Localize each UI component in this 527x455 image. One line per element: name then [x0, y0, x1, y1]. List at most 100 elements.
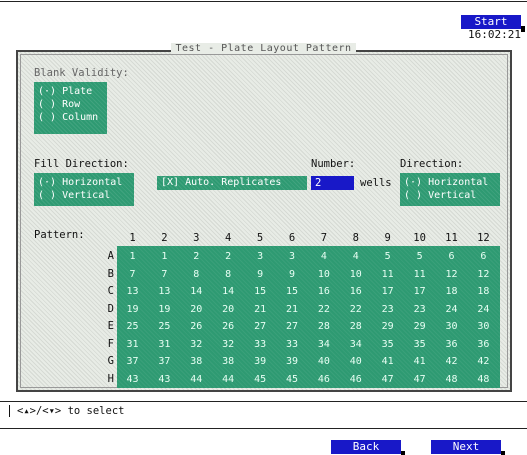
pattern-cell[interactable]: 28	[340, 318, 371, 335]
pattern-cell[interactable]: 43	[149, 371, 180, 388]
pattern-cell[interactable]: 15	[245, 283, 276, 300]
pattern-cell[interactable]: 25	[117, 318, 148, 335]
pattern-cell[interactable]: 27	[277, 318, 308, 335]
pattern-cell[interactable]: 16	[340, 283, 371, 300]
pattern-cell[interactable]: 17	[404, 283, 435, 300]
pattern-cell[interactable]: 19	[149, 301, 180, 318]
pattern-cell[interactable]: 3	[277, 248, 308, 265]
back-button[interactable]: Back	[331, 440, 405, 455]
pattern-cell[interactable]: 33	[245, 336, 276, 353]
pattern-cell[interactable]: 18	[468, 283, 499, 300]
pattern-cell[interactable]: 20	[181, 301, 212, 318]
pattern-cell[interactable]: 20	[213, 301, 244, 318]
pattern-cell[interactable]: 42	[468, 353, 499, 370]
pattern-cell[interactable]: 13	[149, 283, 180, 300]
pattern-cell[interactable]: 18	[436, 283, 467, 300]
pattern-cell[interactable]: 22	[340, 301, 371, 318]
pattern-cell[interactable]: 44	[213, 371, 244, 388]
pattern-cell[interactable]: 30	[436, 318, 467, 335]
pattern-cell[interactable]: 6	[436, 248, 467, 265]
next-button[interactable]: Next	[431, 440, 505, 455]
pattern-cell[interactable]: 29	[372, 318, 403, 335]
pattern-cell[interactable]: 42	[436, 353, 467, 370]
pattern-cell[interactable]: 6	[468, 248, 499, 265]
pattern-cell[interactable]: 48	[436, 371, 467, 388]
pattern-cell[interactable]: 11	[372, 266, 403, 283]
pattern-cell[interactable]: 21	[245, 301, 276, 318]
pattern-cell[interactable]: 31	[149, 336, 180, 353]
pattern-cell[interactable]: 36	[468, 336, 499, 353]
pattern-cell[interactable]: 16	[308, 283, 339, 300]
pattern-cell[interactable]: 21	[277, 301, 308, 318]
blank-validity-option-column[interactable]: ( ) Column	[34, 111, 107, 124]
pattern-cell[interactable]: 34	[340, 336, 371, 353]
pattern-cell[interactable]: 37	[149, 353, 180, 370]
pattern-cell[interactable]: 32	[213, 336, 244, 353]
pattern-cell[interactable]: 7	[117, 266, 148, 283]
pattern-cell[interactable]: 19	[117, 301, 148, 318]
pattern-cell[interactable]: 24	[436, 301, 467, 318]
pattern-cell[interactable]: 38	[213, 353, 244, 370]
pattern-cell[interactable]: 38	[181, 353, 212, 370]
pattern-cell[interactable]: 9	[245, 266, 276, 283]
pattern-cell[interactable]: 4	[308, 248, 339, 265]
pattern-cell[interactable]: 29	[404, 318, 435, 335]
start-meas-button[interactable]: Start Meas	[461, 15, 525, 42]
pattern-cell[interactable]: 5	[372, 248, 403, 265]
pattern-cell[interactable]: 45	[245, 371, 276, 388]
pattern-cell[interactable]: 40	[340, 353, 371, 370]
pattern-cell[interactable]: 35	[404, 336, 435, 353]
pattern-cell[interactable]: 47	[372, 371, 403, 388]
pattern-cell[interactable]: 10	[340, 266, 371, 283]
pattern-cell[interactable]: 41	[372, 353, 403, 370]
number-input[interactable]: 2	[311, 176, 354, 190]
pattern-cell[interactable]: 14	[213, 283, 244, 300]
pattern-cell[interactable]: 2	[213, 248, 244, 265]
pattern-cell[interactable]: 34	[308, 336, 339, 353]
pattern-cell[interactable]: 26	[213, 318, 244, 335]
pattern-cell[interactable]: 5	[404, 248, 435, 265]
pattern-cell[interactable]: 44	[181, 371, 212, 388]
fill-direction-option-horizontal[interactable]: (·) Horizontal	[34, 176, 134, 189]
pattern-cell[interactable]: 39	[277, 353, 308, 370]
pattern-cell[interactable]: 35	[372, 336, 403, 353]
pattern-cell[interactable]: 33	[277, 336, 308, 353]
pattern-cell[interactable]: 23	[404, 301, 435, 318]
pattern-cell[interactable]: 30	[468, 318, 499, 335]
pattern-cell[interactable]: 17	[372, 283, 403, 300]
direction-option-vertical[interactable]: ( ) Vertical	[400, 189, 500, 202]
pattern-cell[interactable]: 23	[372, 301, 403, 318]
blank-validity-option-row[interactable]: ( ) Row	[34, 98, 107, 111]
pattern-cell[interactable]: 46	[340, 371, 371, 388]
pattern-cell[interactable]: 13	[117, 283, 148, 300]
pattern-cell[interactable]: 12	[436, 266, 467, 283]
pattern-cell[interactable]: 2	[181, 248, 212, 265]
blank-validity-option-plate[interactable]: (·) Plate	[34, 85, 107, 98]
pattern-cell[interactable]: 10	[308, 266, 339, 283]
pattern-cell[interactable]: 9	[277, 266, 308, 283]
pattern-cell[interactable]: 7	[149, 266, 180, 283]
pattern-cell[interactable]: 8	[181, 266, 212, 283]
pattern-cell[interactable]: 36	[436, 336, 467, 353]
pattern-cell[interactable]: 24	[468, 301, 499, 318]
fill-direction-option-vertical[interactable]: ( ) Vertical	[34, 189, 134, 202]
pattern-cell[interactable]: 14	[181, 283, 212, 300]
pattern-cell[interactable]: 12	[468, 266, 499, 283]
pattern-cell[interactable]: 26	[181, 318, 212, 335]
pattern-cell[interactable]: 8	[213, 266, 244, 283]
pattern-cell[interactable]: 3	[245, 248, 276, 265]
auto-replicates-checkbox[interactable]: [X] Auto. Replicates	[157, 176, 307, 190]
pattern-cell[interactable]: 4	[340, 248, 371, 265]
pattern-cell[interactable]: 22	[308, 301, 339, 318]
pattern-cell[interactable]: 28	[308, 318, 339, 335]
pattern-cell[interactable]: 25	[149, 318, 180, 335]
pattern-cell[interactable]: 1	[149, 248, 180, 265]
pattern-cell[interactable]: 39	[245, 353, 276, 370]
pattern-cell[interactable]: 43	[117, 371, 148, 388]
pattern-cell[interactable]: 31	[117, 336, 148, 353]
pattern-cell[interactable]: 40	[308, 353, 339, 370]
pattern-cell[interactable]: 15	[277, 283, 308, 300]
pattern-cell[interactable]: 1	[117, 248, 148, 265]
direction-option-horizontal[interactable]: (·) Horizontal	[400, 176, 500, 189]
pattern-cell[interactable]: 27	[245, 318, 276, 335]
